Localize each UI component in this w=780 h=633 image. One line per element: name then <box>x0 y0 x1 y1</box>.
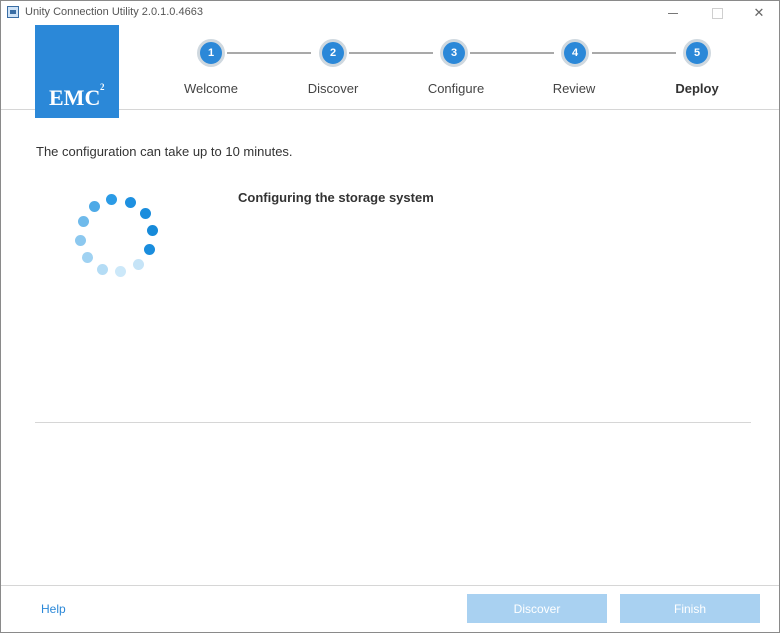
step-1-circle: 1 <box>197 39 225 67</box>
step-2-circle: 2 <box>319 39 347 67</box>
minimize-icon <box>668 12 678 14</box>
wizard-header: EMC 2 1 2 3 4 5 Welcome Discover Configu… <box>1 25 779 118</box>
loading-spinner-icon <box>71 193 161 283</box>
spinner-dot <box>144 244 155 255</box>
spinner-dot <box>82 252 93 263</box>
spinner-dot <box>125 197 136 208</box>
window-title: Unity Connection Utility 2.0.1.0.4663 <box>25 6 203 18</box>
spinner-dot <box>89 201 100 212</box>
title-bar: Unity Connection Utility 2.0.1.0.4663 ✕ <box>1 1 779 25</box>
spinner-dot <box>106 194 117 205</box>
step-2-label: Discover <box>307 81 359 96</box>
spinner-dot <box>147 225 158 236</box>
spinner-dot <box>78 216 89 227</box>
step-5-circle: 5 <box>683 39 711 67</box>
spinner-dot <box>133 259 144 270</box>
help-link[interactable]: Help <box>41 602 66 616</box>
step-connector <box>470 52 554 54</box>
step-connector <box>227 52 311 54</box>
step-3-circle: 3 <box>440 39 468 67</box>
discover-button[interactable]: Discover <box>467 594 607 623</box>
close-button[interactable]: ✕ <box>737 1 779 25</box>
emc-logo: EMC 2 <box>35 25 119 118</box>
step-connector <box>349 52 433 54</box>
content-divider <box>35 422 751 423</box>
spinner-dot <box>140 208 151 219</box>
step-4-circle: 4 <box>561 39 589 67</box>
spinner-dot <box>115 266 126 277</box>
step-4-label: Review <box>552 81 596 96</box>
app-icon <box>7 6 19 18</box>
maximize-button <box>695 1 739 25</box>
minimize-button[interactable] <box>651 1 695 25</box>
app-window: Unity Connection Utility 2.0.1.0.4663 ✕ … <box>0 0 780 633</box>
step-connector <box>592 52 676 54</box>
spinner-dot <box>97 264 108 275</box>
step-1-label: Welcome <box>184 81 238 96</box>
step-3-label: Configure <box>427 81 485 96</box>
finish-button[interactable]: Finish <box>620 594 760 623</box>
status-text: Configuring the storage system <box>238 190 434 205</box>
maximize-icon <box>711 7 723 19</box>
info-text: The configuration can take up to 10 minu… <box>36 144 293 159</box>
footer-bar: Help Discover Finish <box>1 585 779 632</box>
step-5-label: Deploy <box>675 81 719 96</box>
close-icon: ✕ <box>753 5 765 20</box>
spinner-dot <box>75 235 86 246</box>
